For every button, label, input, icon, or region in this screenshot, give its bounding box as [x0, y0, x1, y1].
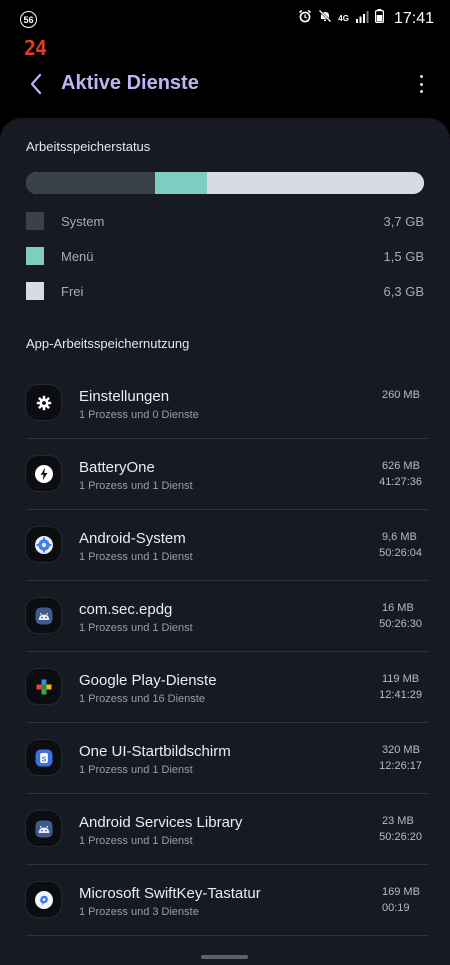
app-runtime: 50:26:20	[379, 831, 422, 843]
app-process-detail: 1 Prozess und 16 Dienste	[79, 693, 205, 705]
app-name: Android Services Library	[79, 814, 243, 831]
app-list-item[interactable]: Einstellungen 1 Prozess und 0 Dienste 260 …	[0, 368, 450, 439]
app-name: Microsoft SwiftKey-Tastatur	[79, 885, 261, 902]
status-bar-right: 4G 17:41	[298, 9, 434, 28]
battery-bolt-icon	[26, 456, 61, 491]
app-name: One UI-Startbildschirm	[79, 743, 231, 760]
app-list: Einstellungen 1 Prozess und 0 Dienste 260 …	[0, 368, 450, 936]
status-time: 17:41	[393, 9, 434, 27]
legend-swatch	[26, 212, 44, 230]
app-list-item[interactable]: Android-System 1 Prozess und 1 Dienst 9,6 …	[0, 510, 450, 581]
app-memory-usage: 169 MB	[382, 886, 420, 898]
one-ui-home-icon: S	[26, 740, 61, 775]
app-process-detail: 1 Prozess und 1 Dienst	[79, 764, 193, 776]
app-list-item[interactable]: S One UI-Startbildschirm 1 Prozess und 1 D…	[0, 723, 450, 794]
legend-swatch	[26, 247, 44, 265]
app-process-detail: 1 Prozess und 1 Dienst	[79, 622, 193, 634]
legend-label: Frei	[61, 284, 84, 299]
app-name: Android-System	[79, 530, 186, 547]
app-logo: 24	[24, 36, 47, 60]
app-runtime: 50:26:04	[379, 547, 422, 559]
more-options-button[interactable]	[414, 72, 428, 96]
chevron-left-icon	[30, 73, 42, 95]
battery-icon	[374, 9, 384, 28]
alarm-icon	[298, 9, 312, 28]
app-usage-title: App-Arbeitsspeichernutzung	[26, 336, 190, 351]
android-system-icon	[26, 527, 61, 562]
app-runtime: 41:27:36	[379, 476, 422, 488]
app-process-detail: 1 Prozess und 1 Dienst	[79, 835, 193, 847]
app-name: Google Play-Dienste	[79, 672, 217, 689]
app-runtime: 00:19	[382, 902, 410, 914]
content-panel: Arbeitsspeicherstatus System 3,7 GB Menü 1,…	[0, 118, 450, 965]
signal-icon	[355, 10, 369, 28]
svg-text:S: S	[41, 754, 46, 763]
app-memory-usage: 9,6 MB	[382, 531, 417, 543]
app-memory-usage: 23 MB	[382, 815, 414, 827]
memory-legend-row: Frei 6,3 GB	[26, 282, 424, 300]
app-list-item[interactable]: Android Services Library 1 Prozess und 1 …	[0, 794, 450, 865]
notification-count-badge: 56	[20, 11, 37, 28]
settings-gear-icon	[26, 385, 61, 420]
app-name: Einstellungen	[79, 388, 170, 405]
page-title: Aktive Dienste	[61, 72, 199, 94]
legend-label: System	[61, 214, 105, 229]
back-button[interactable]	[22, 70, 50, 98]
app-memory-usage: 119 MB	[382, 673, 420, 685]
app-list-item[interactable]: Microsoft SwiftKey-Tastatur 1 Prozess und…	[0, 865, 450, 936]
top-app-bar: 56 24 4G 17:41 Aktive Dienste	[0, 0, 450, 118]
legend-label: Menü	[61, 249, 94, 264]
legend-value: 1,5 GB	[383, 249, 424, 264]
memory-bar-segment-system	[26, 172, 156, 194]
memory-legend-row: Menü 1,5 GB	[26, 247, 424, 265]
network-type-label: 4G	[338, 13, 349, 23]
app-memory-usage: 626 MB	[382, 460, 420, 472]
app-name: BatteryOne	[79, 459, 155, 476]
mute-icon	[318, 9, 332, 28]
app-runtime: 12:26:17	[379, 760, 422, 772]
app-memory-usage: 260 MB	[382, 389, 420, 401]
app-name: com.sec.epdg	[79, 601, 173, 618]
app-memory-usage: 16 MB	[382, 602, 414, 614]
app-runtime: 12:41:29	[379, 689, 422, 701]
app-process-detail: 1 Prozess und 1 Dienst	[79, 551, 193, 563]
android-robot-icon	[26, 811, 61, 846]
more-vertical-icon	[419, 75, 423, 78]
app-list-item[interactable]: com.sec.epdg 1 Prozess und 1 Dienst 16 MB 5…	[0, 581, 450, 652]
app-list-item[interactable]: Google Play-Dienste 1 Prozess und 16 Dien…	[0, 652, 450, 723]
swiftkey-icon	[26, 882, 61, 917]
memory-bar-segment-men-	[155, 172, 208, 194]
app-list-item[interactable]: BatteryOne 1 Prozess und 1 Dienst 626 MB 41…	[0, 439, 450, 510]
google-play-services-icon	[26, 669, 61, 704]
memory-usage-bar	[26, 172, 424, 194]
legend-value: 6,3 GB	[383, 284, 424, 299]
list-divider	[26, 935, 428, 936]
home-indicator[interactable]	[201, 955, 248, 959]
app-memory-usage: 320 MB	[382, 744, 420, 756]
app-runtime: 50:26:30	[379, 618, 422, 630]
more-vertical-icon-dot	[419, 82, 423, 86]
legend-value: 3,7 GB	[383, 214, 424, 229]
more-vertical-icon-dot	[419, 90, 423, 93]
legend-swatch	[26, 282, 44, 300]
memory-bar-segment-frei	[207, 172, 424, 194]
memory-legend-row: System 3,7 GB	[26, 212, 424, 230]
memory-status-title: Arbeitsspeicherstatus	[26, 139, 151, 154]
app-process-detail: 1 Prozess und 1 Dienst	[79, 480, 193, 492]
status-bar-left: 56	[20, 11, 37, 28]
app-process-detail: 1 Prozess und 0 Dienste	[79, 409, 199, 421]
app-process-detail: 1 Prozess und 3 Dienste	[79, 906, 199, 918]
android-robot-icon	[26, 598, 61, 633]
